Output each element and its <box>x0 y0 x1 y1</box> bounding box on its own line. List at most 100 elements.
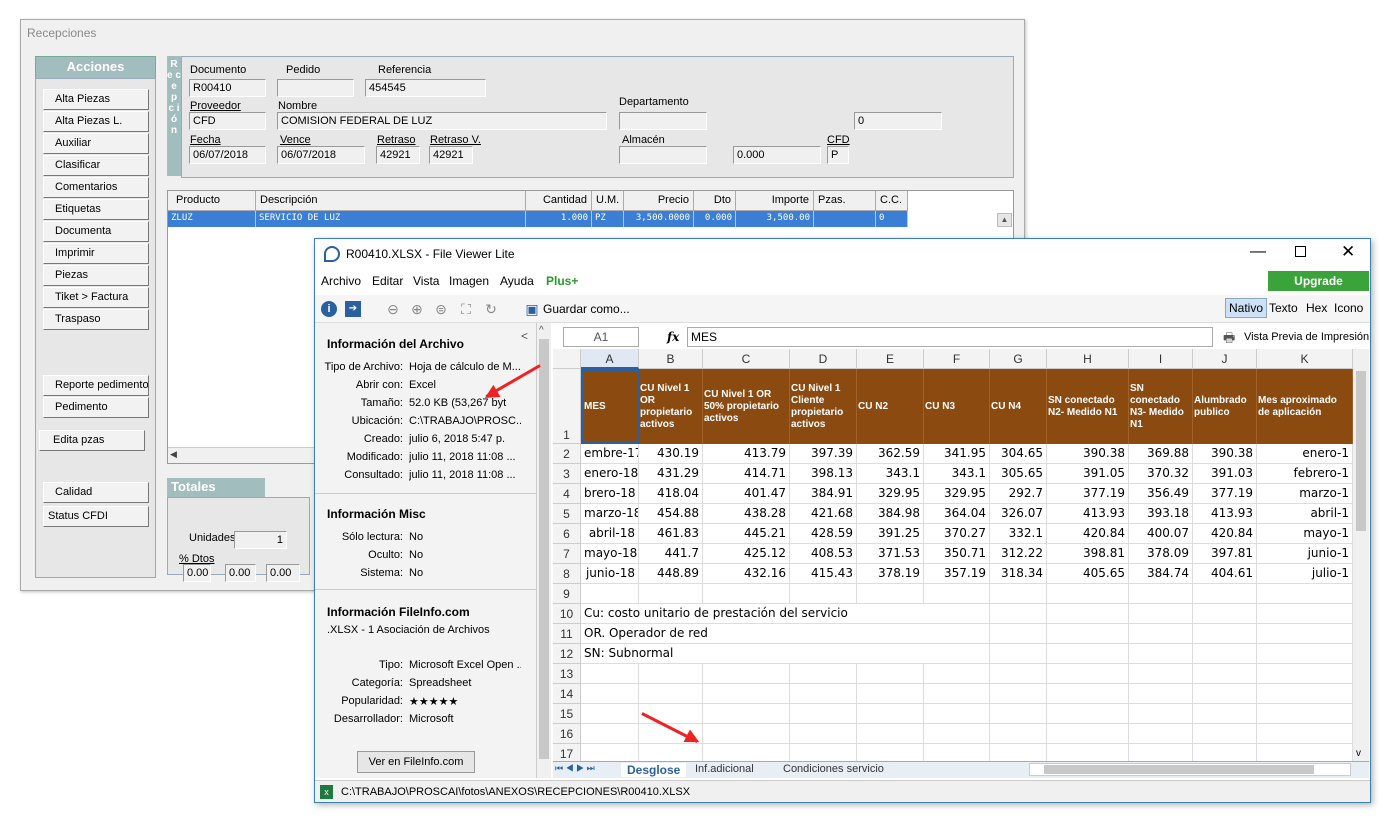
empty-cell[interactable] <box>1047 724 1129 744</box>
data-cell[interactable]: 404.61 <box>1193 564 1257 584</box>
empty-cell[interactable] <box>990 644 1047 664</box>
minimize-icon[interactable]: — <box>1250 243 1266 261</box>
row-dto[interactable]: 0.000 <box>694 211 736 227</box>
data-cell[interactable]: 398.81 <box>1047 544 1129 564</box>
header-cell[interactable]: SN conectado N3- Medido N1 <box>1129 369 1193 444</box>
data-cell[interactable]: 390.38 <box>1047 444 1129 464</box>
column-header[interactable]: I <box>1129 349 1193 369</box>
empty-cell[interactable] <box>1257 684 1353 704</box>
data-cell[interactable]: marzo-18 <box>581 504 639 524</box>
ver-fileinfo-button[interactable]: Ver en FileInfo.com <box>357 751 475 773</box>
col-precio[interactable]: Precio <box>624 191 694 211</box>
empty-cell[interactable] <box>1257 604 1353 624</box>
column-header[interactable]: D <box>790 349 857 369</box>
col-um[interactable]: U.M. <box>592 191 624 211</box>
dto1-field[interactable]: 0.00 <box>183 564 211 582</box>
open-icon[interactable]: ➔ <box>345 301 361 317</box>
empty-cell[interactable] <box>990 704 1047 724</box>
reporte-pedimento-button[interactable]: Reporte pedimento <box>43 375 149 396</box>
data-cell[interactable]: 384.91 <box>790 484 857 504</box>
data-cell[interactable]: 326.07 <box>990 504 1047 524</box>
header-cell[interactable]: CU Nivel 1 OR 50% propietario activos <box>703 369 790 444</box>
empty-cell[interactable] <box>1129 724 1193 744</box>
data-cell[interactable]: 391.25 <box>857 524 924 544</box>
data-cell[interactable]: 413.79 <box>703 444 790 464</box>
data-cell[interactable]: 454.88 <box>639 504 703 524</box>
maximize-icon[interactable] <box>1295 246 1306 257</box>
data-cell[interactable]: mayo-18 <box>581 544 639 564</box>
empty-cell[interactable] <box>581 664 639 684</box>
empty-cell[interactable] <box>639 684 703 704</box>
data-cell[interactable]: 438.28 <box>703 504 790 524</box>
data-cell[interactable]: 400.07 <box>1129 524 1193 544</box>
view-nativo[interactable]: Nativo <box>1225 298 1268 318</box>
data-cell[interactable]: 401.47 <box>703 484 790 504</box>
nombre-field[interactable]: COMISION FEDERAL DE LUZ <box>277 112 607 130</box>
empty-cell[interactable] <box>790 724 857 744</box>
empty-cell[interactable] <box>1193 604 1257 624</box>
cell-reference-box[interactable]: A1 <box>563 327 639 347</box>
status-cfdi-button[interactable]: Status CFDI <box>43 506 149 527</box>
data-cell[interactable]: 413.93 <box>1047 504 1129 524</box>
empty-cell[interactable] <box>1047 604 1129 624</box>
empty-cell[interactable] <box>581 704 639 724</box>
data-cell[interactable]: 413.93 <box>1193 504 1257 524</box>
data-cell[interactable]: 428.59 <box>790 524 857 544</box>
printer-icon[interactable]: 🖶 <box>1223 329 1235 351</box>
menu-ayuda[interactable]: Ayuda <box>500 274 534 288</box>
data-cell[interactable]: 304.65 <box>990 444 1047 464</box>
formula-input[interactable]: MES <box>687 327 1213 347</box>
empty-cell[interactable] <box>990 684 1047 704</box>
data-cell[interactable]: 408.53 <box>790 544 857 564</box>
alta-piezas-button[interactable]: Alta Piezas <box>43 89 149 110</box>
empty-cell[interactable] <box>703 584 790 604</box>
column-header[interactable]: J <box>1193 349 1257 369</box>
data-cell[interactable]: enero-18 <box>581 464 639 484</box>
empty-cell[interactable] <box>581 744 639 761</box>
auxiliar-button[interactable]: Auxiliar <box>43 133 149 154</box>
empty-cell[interactable] <box>924 684 990 704</box>
empty-cell[interactable] <box>790 744 857 761</box>
empty-cell[interactable] <box>790 584 857 604</box>
empty-cell[interactable] <box>1257 624 1353 644</box>
data-cell[interactable]: 432.16 <box>703 564 790 584</box>
data-cell[interactable]: febrero-1 <box>1257 464 1353 484</box>
empty-cell[interactable] <box>924 724 990 744</box>
empty-cell[interactable] <box>1129 704 1193 724</box>
dto3-field[interactable]: 0.00 <box>266 564 300 582</box>
empty-cell[interactable] <box>857 664 924 684</box>
grid-scroll-up-icon[interactable]: ▲ <box>997 213 1012 227</box>
referencia-field[interactable]: 454545 <box>365 79 486 97</box>
empty-cell[interactable] <box>1047 684 1129 704</box>
data-cell[interactable]: brero-18 <box>581 484 639 504</box>
row-um[interactable]: PZ <box>592 211 624 227</box>
header-cell[interactable]: MES <box>581 369 639 444</box>
column-header[interactable]: E <box>857 349 924 369</box>
data-cell[interactable]: enero-1 <box>1257 444 1353 464</box>
col-cantidad[interactable]: Cantidad <box>526 191 592 211</box>
empty-cell[interactable] <box>790 684 857 704</box>
row-header[interactable]: 2 <box>553 444 581 464</box>
row-precio[interactable]: 3,500.0000 <box>624 211 694 227</box>
data-cell[interactable]: 362.59 <box>857 444 924 464</box>
print-preview-button[interactable]: Vista Previa de Impresión <box>1244 331 1369 343</box>
empty-cell[interactable] <box>703 704 790 724</box>
row-header[interactable]: 15 <box>553 704 581 724</box>
empty-cell[interactable] <box>1129 604 1193 624</box>
row-header[interactable]: 14 <box>553 684 581 704</box>
empty-cell[interactable] <box>1193 664 1257 684</box>
sheet-vertical-scrollbar[interactable]: v <box>1353 349 1369 761</box>
retraso-field[interactable]: 42921 <box>376 146 420 164</box>
upgrade-button[interactable]: Upgrade <box>1268 271 1369 291</box>
documento-field[interactable]: R00410 <box>189 79 266 97</box>
data-cell[interactable]: 369.88 <box>1129 444 1193 464</box>
header-cell[interactable]: Alumbrado publico <box>1193 369 1257 444</box>
column-header[interactable]: K <box>1257 349 1353 369</box>
tab-condiciones-servicio[interactable]: Condiciones servicio <box>783 763 884 775</box>
empty-cell[interactable] <box>790 704 857 724</box>
empty-cell[interactable] <box>1257 644 1353 664</box>
empty-cell[interactable] <box>1047 744 1129 761</box>
proveedor-field[interactable]: CFD <box>189 112 266 130</box>
data-cell[interactable]: 397.39 <box>790 444 857 464</box>
empty-cell[interactable] <box>790 664 857 684</box>
